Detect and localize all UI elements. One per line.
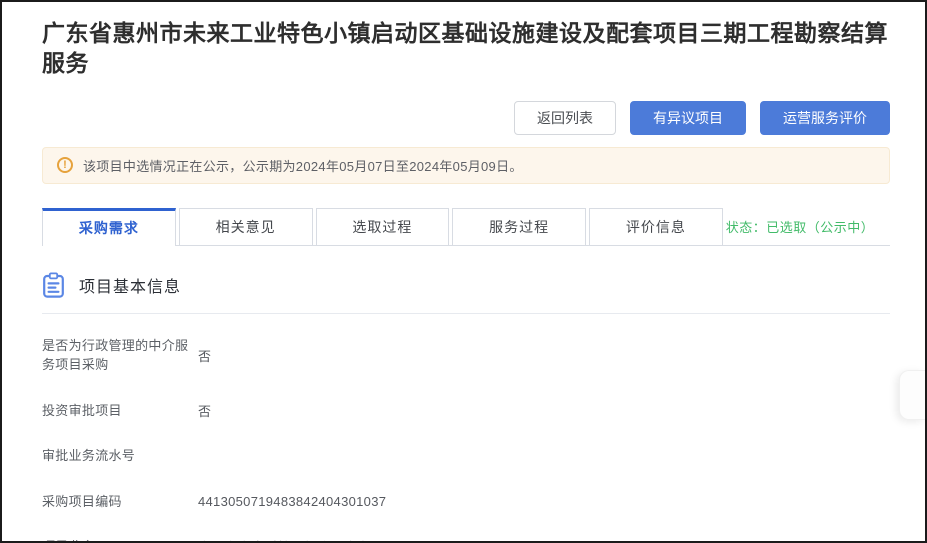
notice-text: 该项目中选情况正在公示，公示期为2024年05月07日至2024年05月09日。 [83, 156, 523, 175]
basic-info-field-list: 是否为行政管理的中介服务项目采购 否 投资审批项目 否 审批业务流水号 采购项目… [42, 336, 890, 543]
clipboard-icon [42, 272, 65, 299]
page-title: 广东省惠州市未来工业特色小镇启动区基础设施建设及配套项目三期工程勘察结算服务 [42, 18, 890, 79]
tab-service-process[interactable]: 服务过程 [452, 208, 586, 245]
side-panel-handle[interactable] [899, 370, 925, 420]
section-title: 项目基本信息 [79, 273, 181, 297]
toolbar: 返回列表 有异议项目 运营服务评价 [42, 101, 890, 135]
section-header-basic-info: 项目基本信息 [42, 272, 890, 314]
tab-related-opinions[interactable]: 相关意见 [179, 208, 313, 245]
publicity-notice-banner: ! 该项目中选情况正在公示，公示期为2024年05月07日至2024年05月09… [42, 147, 890, 184]
field-value: 4413050719483842404301037 [197, 494, 386, 509]
field-row-intermediary-service: 是否为行政管理的中介服务项目采购 否 [42, 336, 890, 375]
warning-circle-icon: ! [57, 157, 73, 173]
field-label: 审批业务流水号 [42, 446, 197, 466]
service-evaluation-button[interactable]: 运营服务评价 [760, 101, 890, 135]
field-label: 投资审批项目 [42, 401, 197, 421]
tab-bar: 采购需求 相关意见 选取过程 服务过程 评价信息 状态：已选取（公示中） [42, 208, 890, 246]
field-value: 惠州市惠南科技园投资开发有限公司 [197, 537, 411, 543]
status-badge: 状态：已选取（公示中） [726, 217, 874, 236]
field-label: 是否为行政管理的中介服务项目采购 [42, 336, 197, 375]
field-row-procurement-project-code: 采购项目编码 4413050719483842404301037 [42, 492, 890, 512]
tab-selection-process[interactable]: 选取过程 [316, 208, 450, 245]
objection-project-button[interactable]: 有异议项目 [630, 101, 746, 135]
field-label: 采购项目编码 [42, 492, 197, 512]
field-row-investment-approval: 投资审批项目 否 [42, 401, 890, 421]
field-label: 项目业主 [42, 537, 197, 543]
back-to-list-button[interactable]: 返回列表 [514, 101, 616, 135]
field-row-project-owner: 项目业主 惠州市惠南科技园投资开发有限公司 [42, 537, 890, 543]
field-value: 否 [197, 401, 211, 420]
page-frame: 广东省惠州市未来工业特色小镇启动区基础设施建设及配套项目三期工程勘察结算服务 返… [0, 0, 927, 543]
tab-procurement-demand[interactable]: 采购需求 [42, 208, 176, 246]
field-row-approval-serial-number: 审批业务流水号 [42, 446, 890, 466]
field-value: 否 [197, 346, 211, 365]
tab-evaluation-info[interactable]: 评价信息 [589, 208, 723, 245]
